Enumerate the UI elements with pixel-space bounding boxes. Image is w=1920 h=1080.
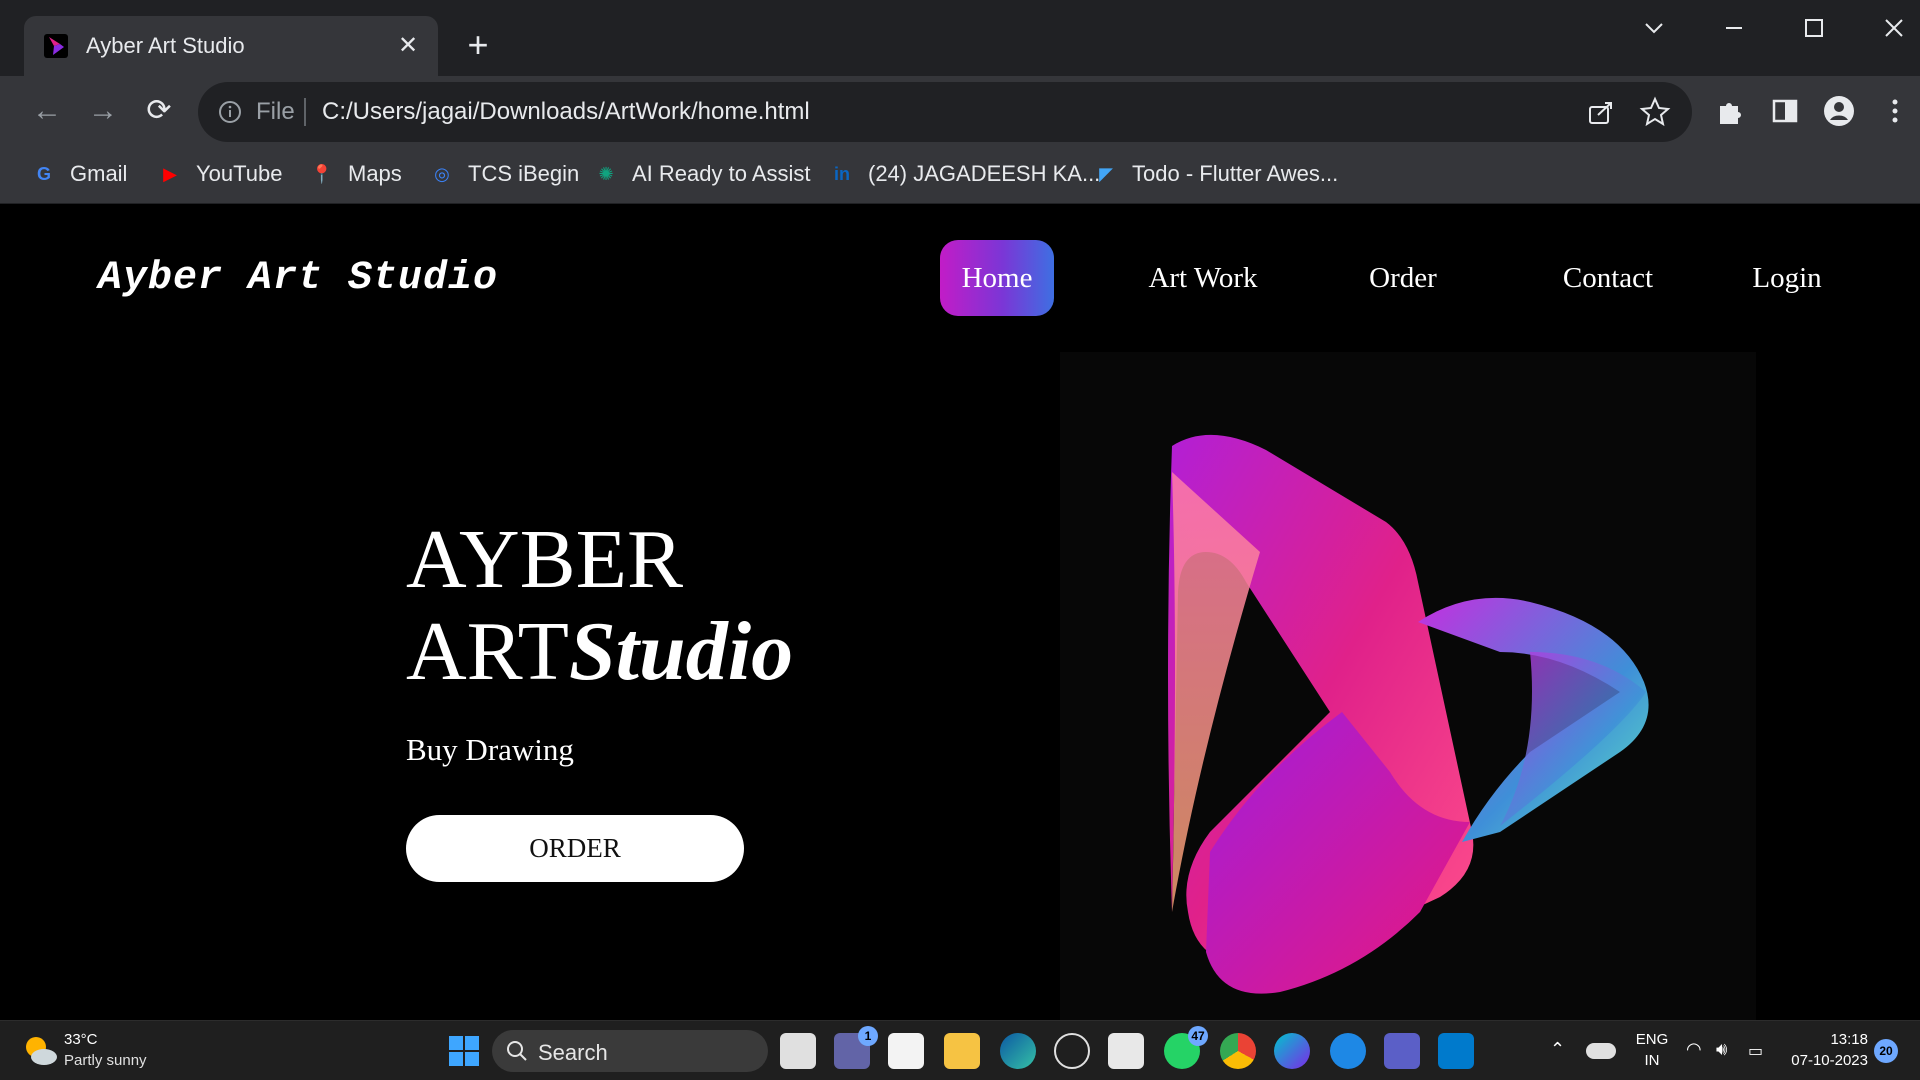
ayber-play-logo-icon [1168, 434, 1649, 994]
hero-title-art: ART [406, 605, 569, 698]
whatsapp-badge: 47 [1188, 1026, 1208, 1046]
minimize-icon[interactable] [1712, 8, 1756, 48]
hero-title-line1: AYBER [406, 513, 683, 606]
bookmark-star-icon[interactable] [1638, 95, 1672, 129]
nav-order[interactable]: Order [1356, 240, 1450, 316]
weather-description[interactable]: Partly sunny [64, 1052, 147, 1069]
extensions-icon[interactable] [1712, 94, 1746, 128]
edge-icon[interactable] [1000, 1033, 1036, 1069]
bookmark-item[interactable]: 📍 Maps [308, 156, 402, 192]
weather-temperature[interactable]: 33°C [64, 1031, 98, 1048]
bookmark-item[interactable]: ◤ Todo - Flutter Awes... [1092, 156, 1338, 192]
reload-button[interactable]: ⟳ [138, 90, 180, 132]
wifi-icon[interactable]: ◠ [1686, 1039, 1702, 1060]
order-button[interactable]: ORDER [406, 815, 744, 882]
weather-sun-icon[interactable] [20, 1031, 60, 1071]
tab-search-icon[interactable] [1632, 8, 1676, 48]
flutter-icon: ◤ [1099, 163, 1113, 184]
teams-icon[interactable] [1384, 1033, 1420, 1069]
browser-tab[interactable]: Ayber Art Studio ✕ [24, 16, 438, 76]
bookmark-label: TCS iBegin [468, 161, 580, 186]
site-logo[interactable]: Ayber Art Studio [98, 256, 498, 301]
notification-badge[interactable]: 20 [1874, 1039, 1898, 1063]
canva-icon[interactable] [1274, 1033, 1310, 1069]
notepad-icon[interactable] [1108, 1033, 1144, 1069]
teams-chat-icon[interactable]: 1 [834, 1026, 878, 1069]
region-label[interactable]: IN [1632, 1052, 1672, 1069]
bookmarks-bar: G Gmail ▶ YouTube 📍 Maps ◎ TCS iBegin ✺ AI Ready … [0, 146, 1920, 204]
url-text[interactable]: C:/Users/jagai/Downloads/ArtWork/home.ht… [322, 98, 810, 126]
windows-taskbar: 33°C Partly sunny Search 1 47 ⌃ ENG IN ◠… [0, 1020, 1920, 1080]
clock-date[interactable]: 07-10-2023 [1780, 1052, 1868, 1069]
bookmark-label: YouTube [196, 161, 283, 186]
hero-title-line2: ARTStudio [406, 606, 793, 698]
tab-title: Ayber Art Studio [86, 33, 245, 58]
tray-overflow-icon[interactable]: ⌃ [1550, 1039, 1565, 1060]
new-tab-button[interactable]: + [458, 26, 498, 66]
bookmark-label: AI Ready to Assist [632, 161, 811, 186]
bookmark-label: (24) JAGADEESH KA... [868, 161, 1101, 186]
battery-icon[interactable]: ▭ [1748, 1041, 1763, 1061]
bookmark-label: Todo - Flutter Awes... [1132, 161, 1339, 186]
bookmark-item[interactable]: ◎ TCS iBegin [428, 156, 579, 192]
linkedin-icon: in [834, 163, 850, 184]
google-icon: G [36, 163, 51, 184]
address-bar[interactable]: File C:/Users/jagai/Downloads/ArtWork/ho… [198, 82, 1692, 142]
nav-contact[interactable]: Contact [1540, 240, 1676, 316]
nav-art-work[interactable]: Art Work [1134, 240, 1272, 316]
bookmark-label: Maps [348, 161, 402, 186]
menu-icon[interactable] [1878, 94, 1912, 128]
maps-icon: 📍 [310, 163, 334, 184]
url-separator [304, 98, 306, 126]
maximize-icon[interactable] [1792, 8, 1836, 48]
close-window-icon[interactable] [1872, 8, 1916, 48]
volume-icon[interactable]: 🔊︎ [1716, 1039, 1727, 1060]
tab-strip: Ayber Art Studio ✕ + [0, 0, 1920, 76]
nav-home[interactable]: Home [940, 240, 1054, 316]
browser-chrome: Ayber Art Studio ✕ + ← → ⟳ File C:/Users… [0, 0, 1920, 204]
clock-time[interactable]: 13:18 [1784, 1031, 1868, 1048]
search-placeholder: Search [538, 1040, 608, 1065]
start-icon[interactable] [444, 1031, 484, 1071]
hero-subtitle: Buy Drawing [406, 732, 574, 767]
search-icon [507, 1041, 527, 1061]
side-panel-icon[interactable] [1768, 94, 1802, 128]
store-icon[interactable] [888, 1033, 924, 1069]
share-icon[interactable] [1584, 95, 1618, 129]
page-viewport: Ayber Art Studio Home Art Work Order Con… [8, 204, 1920, 1020]
bookmark-label: Gmail [70, 161, 128, 186]
hero-title-studio: Studio [568, 605, 794, 698]
openai-icon: ✺ [598, 163, 614, 184]
vscode-icon[interactable] [1438, 1033, 1474, 1069]
browser-toolbar: ← → ⟳ File C:/Users/jagai/Downloads/ArtW… [0, 76, 1920, 146]
onedrive-icon[interactable] [1586, 1043, 1616, 1059]
bookmark-item[interactable]: ✺ AI Ready to Assist [592, 156, 811, 192]
whatsapp-icon[interactable]: 47 [1164, 1026, 1208, 1069]
profile-icon[interactable] [1822, 94, 1856, 128]
app-store-icon[interactable] [1330, 1033, 1366, 1069]
back-button[interactable]: ← [26, 90, 68, 132]
ayber-favicon-icon [44, 34, 68, 58]
url-scheme-label: File [256, 98, 295, 125]
youtube-icon: ▶ [163, 163, 177, 184]
info-icon[interactable] [218, 100, 242, 124]
bookmark-item[interactable]: in (24) JAGADEESH KA... [828, 156, 1100, 192]
file-explorer-icon[interactable] [944, 1033, 980, 1069]
dell-icon[interactable] [1054, 1033, 1090, 1069]
nav-login[interactable]: Login [1738, 240, 1836, 316]
hero-logo-artwork [1060, 352, 1756, 1020]
chrome-icon[interactable] [1220, 1033, 1256, 1069]
task-view-icon[interactable] [780, 1033, 816, 1069]
hero-title: AYBER ARTStudio [406, 514, 793, 698]
bookmark-item[interactable]: G Gmail [30, 156, 127, 192]
forward-button[interactable]: → [82, 90, 124, 132]
chat-badge: 1 [858, 1026, 878, 1046]
taskbar-search[interactable]: Search [492, 1030, 768, 1072]
language-label[interactable]: ENG [1632, 1031, 1672, 1048]
tcs-icon: ◎ [434, 163, 450, 184]
tab-close-icon[interactable]: ✕ [392, 30, 424, 62]
bookmark-item[interactable]: ▶ YouTube [156, 156, 282, 192]
